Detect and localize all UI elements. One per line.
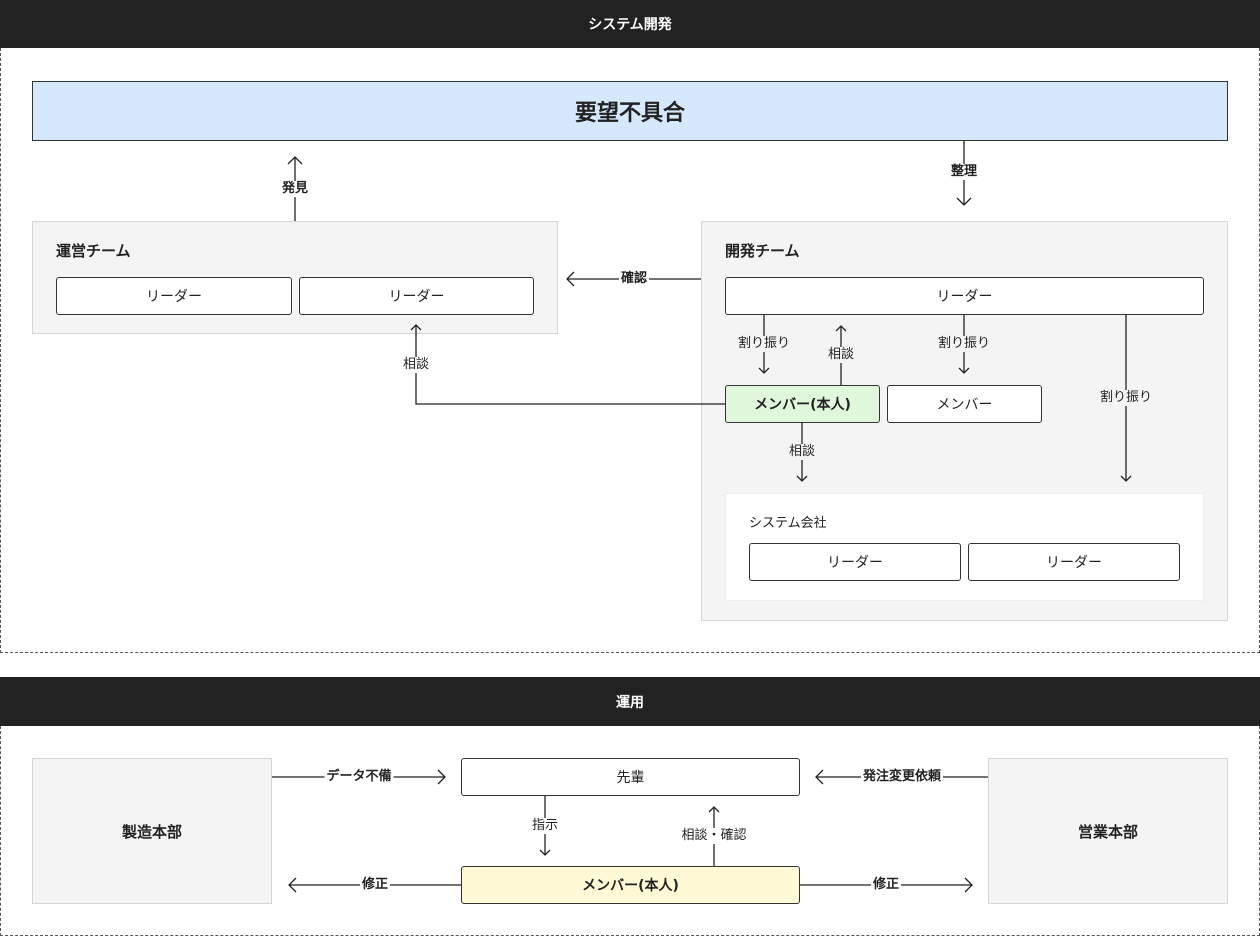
edge-label-assign-self: 割り振り bbox=[735, 336, 793, 352]
edge-label-order-change: 発注変更依頼 bbox=[860, 769, 944, 785]
edge-label-organize: 整理 bbox=[948, 164, 980, 180]
edge-label-instruct: 指示 bbox=[529, 818, 561, 834]
edge-label-assign-member: 割り振り bbox=[935, 336, 993, 352]
edge-label-consult-company: 相談 bbox=[786, 444, 818, 460]
edge-label-data-missing: データ不備 bbox=[324, 769, 394, 785]
edge-label-consult-confirm: 相談・確認 bbox=[679, 828, 749, 844]
edge-label-fix-right: 修正 bbox=[870, 877, 902, 893]
edge-label-consult-leader: 相談 bbox=[825, 347, 857, 363]
edge-label-discover: 発見 bbox=[279, 181, 311, 197]
connector-lines bbox=[272, 141, 1132, 893]
edge-label-confirm: 確認 bbox=[618, 271, 650, 287]
edge-label-fix-left: 修正 bbox=[359, 877, 391, 893]
edge-label-assign-company: 割り振り bbox=[1097, 390, 1155, 406]
edge-label-consult-ops: 相談 bbox=[400, 357, 432, 373]
